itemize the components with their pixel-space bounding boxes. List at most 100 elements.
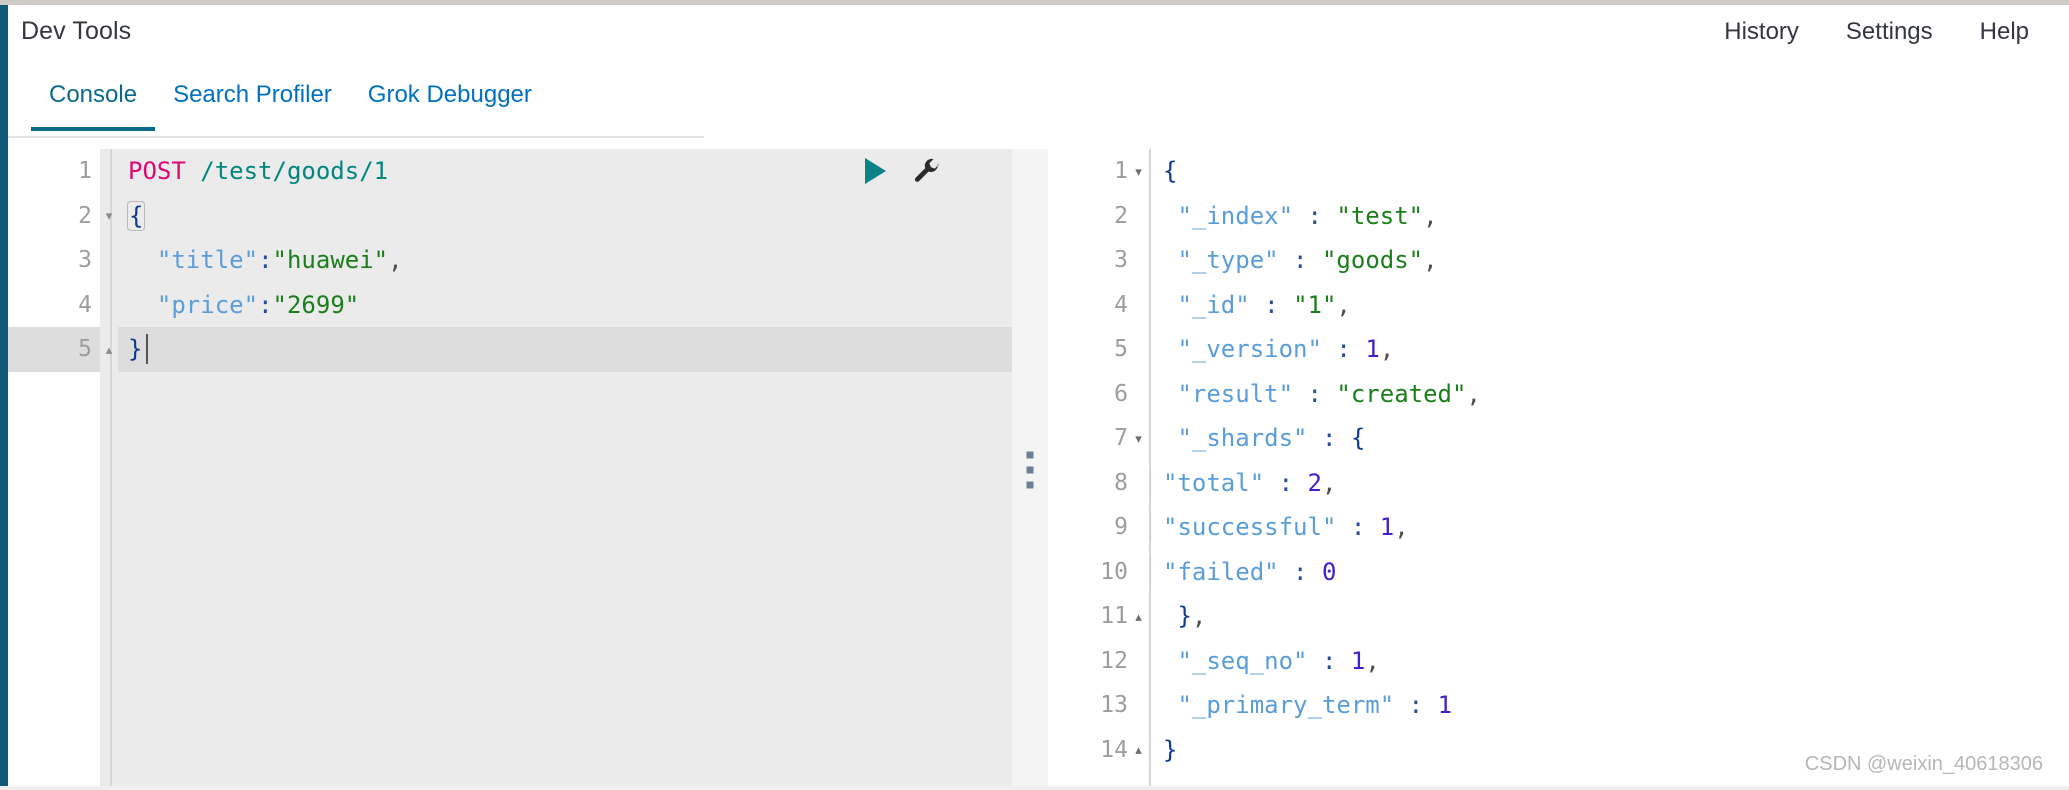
code-token: ,	[1336, 290, 1351, 319]
request-code-text[interactable]: "price": "2699"	[118, 283, 1012, 328]
page-header: Dev Tools History Settings Help	[8, 5, 2069, 73]
request-editor-lines[interactable]: 1 POST /test/goods/1 2 ▾{3 "title": "huawei"…	[8, 149, 1012, 790]
request-editor[interactable]: 1 POST /test/goods/1 2 ▾{3 "title": "huawei"…	[8, 149, 1012, 790]
response-code-text: "_type" : "goods",	[1149, 246, 2069, 274]
tab-console[interactable]: Console	[31, 73, 156, 131]
window-bottom-edge	[0, 786, 2069, 790]
code-token: ,	[1321, 468, 1337, 497]
code-token: 1	[1350, 646, 1366, 675]
fold-toggle-icon[interactable]: ▾	[100, 209, 118, 222]
code-token: POST	[128, 157, 186, 186]
settings-button[interactable]: Settings	[1846, 18, 1933, 46]
code-token: 0	[1321, 557, 1337, 586]
line-number-label: 4	[78, 291, 92, 318]
request-line[interactable]: 4 "price": "2699"	[8, 282, 1012, 328]
response-line[interactable]: 10 "failed" : 0	[1048, 550, 2069, 595]
code-token: ,	[1423, 246, 1438, 275]
line-number-label: 2	[78, 202, 92, 229]
response-line-number: 13	[1048, 692, 1128, 718]
response-line[interactable]: 12 "_seq_no" : 1,	[1048, 639, 2069, 684]
response-line[interactable]: 3 "_type" : "goods",	[1048, 238, 2069, 283]
code-token: "total"	[1163, 468, 1265, 497]
code-token: ,	[1365, 646, 1380, 675]
request-line-number: 1	[8, 149, 100, 194]
code-token: :	[1264, 468, 1308, 497]
code-token: ,	[1379, 335, 1395, 364]
fold-toggle-icon[interactable]: ▴	[1128, 610, 1149, 623]
code-token: 1	[1379, 513, 1395, 542]
code-token: "test"	[1336, 201, 1424, 230]
response-line[interactable]: 7 ▾ "_shards" : {	[1048, 416, 2069, 461]
code-token: :	[1293, 379, 1337, 408]
request-line-number: 4	[8, 282, 100, 327]
response-line[interactable]: 1 ▾ {	[1048, 149, 2069, 194]
fold-toggle-icon[interactable]: ▴	[100, 343, 118, 356]
code-token: "price"	[156, 290, 259, 319]
response-code-text: "_primary_term" : 1	[1149, 691, 2069, 719]
response-line[interactable]: 6 "result" : "created",	[1048, 372, 2069, 417]
panel-resize-grip[interactable]	[1026, 451, 1034, 488]
code-token: ,	[1466, 379, 1481, 408]
code-token: "_index"	[1177, 201, 1294, 230]
code-token: "goods"	[1321, 246, 1424, 275]
fold-toggle-icon[interactable]: ▾	[1128, 432, 1149, 445]
response-line[interactable]: 11 ▴ },	[1048, 594, 2069, 639]
history-button[interactable]: History	[1724, 18, 1799, 46]
code-token: "created"	[1336, 379, 1467, 408]
response-line[interactable]: 4 "_id" : "1",	[1048, 283, 2069, 328]
line-number-label: 9	[1114, 514, 1128, 541]
response-viewer[interactable]: 1 ▾{2 "_index" : "test", 3 "_type" : "good…	[1048, 149, 2069, 790]
request-action-icons	[865, 156, 942, 186]
line-number-label: 7	[1114, 425, 1128, 452]
response-code-text: },	[1149, 602, 2069, 630]
code-token: "huawei"	[272, 246, 389, 275]
response-line[interactable]: 8 "total" : 2,	[1048, 461, 2069, 506]
tab-grok-debugger[interactable]: Grok Debugger	[350, 73, 550, 131]
tab-search-profiler[interactable]: Search Profiler	[155, 73, 350, 131]
response-line[interactable]: 2 "_index" : "test",	[1048, 194, 2069, 239]
line-number-label: 3	[1114, 247, 1128, 274]
fold-toggle-icon[interactable]: ▾	[1128, 165, 1149, 178]
request-code-text[interactable]: {	[118, 194, 1012, 239]
code-token: "_primary_term"	[1177, 691, 1395, 720]
help-button[interactable]: Help	[1980, 18, 2029, 46]
code-token: ,	[1394, 513, 1409, 542]
code-token: :	[1278, 246, 1322, 275]
response-code-text: "failed" : 0	[1150, 557, 2069, 586]
request-line[interactable]: 3 "title": "huawei",	[8, 238, 1012, 283]
text-caret	[146, 334, 149, 365]
code-token: ,	[388, 246, 403, 275]
response-line-number: 8	[1048, 470, 1128, 496]
response-line[interactable]: 13 "_primary_term" : 1	[1048, 683, 2069, 728]
request-line[interactable]: 1 POST /test/goods/1	[8, 149, 1012, 194]
response-viewer-lines[interactable]: 1 ▾{2 "_index" : "test", 3 "_type" : "good…	[1048, 149, 2069, 772]
wrench-icon[interactable]	[912, 156, 942, 186]
fold-toggle-icon[interactable]: ▴	[1128, 743, 1149, 756]
response-line-number: 7	[1048, 425, 1128, 451]
line-number-label: 10	[1100, 558, 1128, 585]
request-code-text[interactable]: }	[118, 327, 1012, 372]
request-line[interactable]: 5 ▴}	[8, 327, 1012, 372]
grip-dot	[1026, 481, 1034, 488]
code-token: 1	[1437, 691, 1453, 720]
request-code-text[interactable]: "title": "huawei",	[118, 238, 1012, 283]
code-token: :	[258, 290, 273, 319]
request-line[interactable]: 2 ▾ {	[8, 193, 1012, 239]
response-code-text: "_id" : "1",	[1149, 291, 2069, 319]
response-line[interactable]: 5 "_version" : 1,	[1048, 327, 2069, 372]
code-token: :	[1336, 513, 1380, 542]
response-line[interactable]: 9 "successful" : 1,	[1048, 505, 2069, 550]
line-number-label: 11	[1100, 603, 1128, 630]
code-token: "successful"	[1163, 513, 1337, 542]
panel-divider[interactable]	[1012, 149, 1048, 790]
play-icon[interactable]	[865, 158, 886, 184]
code-token: :	[1307, 646, 1351, 675]
code-token: {	[126, 200, 146, 231]
console-workspace: 1 POST /test/goods/1 2 ▾{3 "title": "huawei"…	[8, 138, 2069, 790]
code-token: :	[258, 246, 273, 275]
